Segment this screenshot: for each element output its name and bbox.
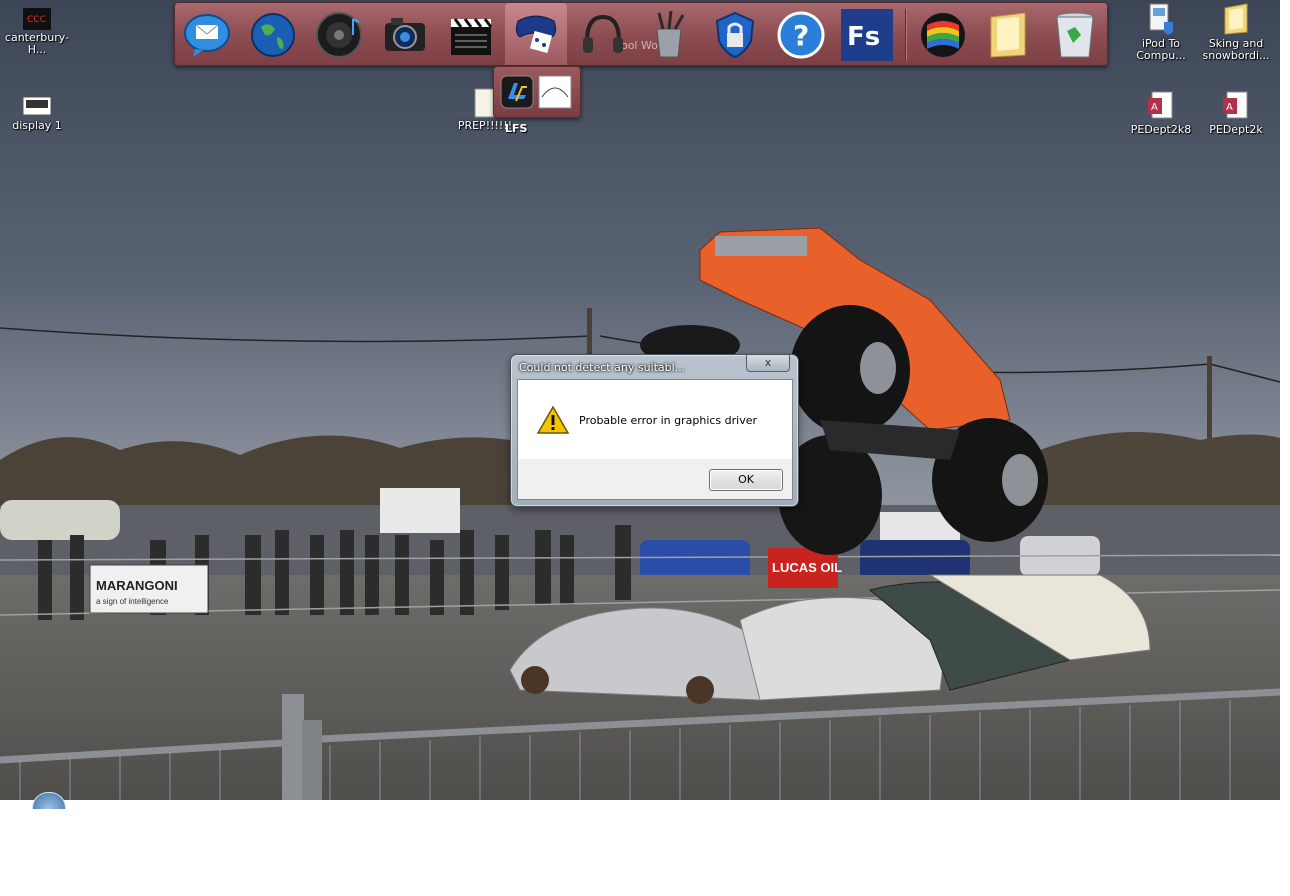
error-dialog: Could not detect any suitabl... x Probab…	[510, 354, 799, 507]
desktop-icon-label: Sking and snowbordi...	[1202, 37, 1270, 62]
help-icon: ?	[777, 11, 825, 59]
access-database-icon: A	[1223, 91, 1248, 119]
display-shortcut-icon	[22, 96, 52, 116]
clapperboard-icon	[451, 18, 493, 55]
dialog-button-bar: OK	[517, 459, 793, 500]
dock-item-games[interactable]	[505, 3, 567, 65]
desktop-icon-pedept2k[interactable]: A PEDept2k	[1196, 90, 1276, 136]
svg-text:A: A	[1226, 102, 1233, 113]
dock-item-folder[interactable]	[983, 9, 1035, 61]
access-database-icon: A	[1148, 91, 1173, 119]
warning-icon	[537, 406, 569, 434]
ipod-to-computer-icon	[1149, 3, 1173, 35]
globe-icon	[251, 13, 295, 57]
dock-separator	[905, 9, 906, 61]
dock-item-photos[interactable]	[379, 9, 431, 61]
rocket-dock: hool Wo ? Fs	[174, 2, 1108, 66]
stack-item-lfs[interactable]	[500, 75, 534, 109]
dock-item-windows[interactable]	[917, 9, 969, 61]
dock-item-browser[interactable]	[247, 9, 299, 61]
fs-app-icon: Fs	[841, 9, 893, 61]
canterbury-logo-icon: CCC	[23, 8, 51, 30]
dock-item-recycle-bin[interactable]	[1049, 9, 1101, 61]
dock-item-music[interactable]	[313, 9, 365, 61]
dialog-content: Probable error in graphics driver	[517, 379, 793, 460]
svg-text:?: ?	[793, 19, 809, 52]
svg-text:CCC: CCC	[27, 15, 46, 25]
close-button[interactable]: x	[746, 355, 790, 372]
marangoni-banner-text: MARANGONI	[96, 578, 178, 593]
desktop-icon-label: iPod To Compu...	[1136, 37, 1186, 62]
desktop-icon-canterbury[interactable]: CCC canterbury-H...	[0, 8, 77, 56]
lfs-app-icon	[500, 75, 534, 109]
desktop-icon-label: PEDept2k	[1209, 123, 1263, 136]
dialog-message: Probable error in graphics driver	[579, 414, 758, 427]
ok-button[interactable]: OK	[709, 469, 783, 491]
desktop-icon-pedept2k8[interactable]: A PEDept2k8	[1121, 90, 1201, 136]
pencil-cup-icon	[656, 10, 685, 58]
svg-text:Fs: Fs	[847, 22, 880, 52]
speaker-icon	[316, 12, 362, 58]
desktop-icon-display[interactable]: display 1	[0, 96, 77, 132]
dock-item-audio[interactable]	[577, 9, 629, 61]
dock-stack-label: LFS	[505, 122, 528, 135]
marangoni-tagline: a sign of intelligence	[96, 597, 169, 606]
desktop-icon-skiing-folder[interactable]: Sking and snowbordi...	[1196, 2, 1276, 62]
recycle-bin-icon	[1056, 12, 1094, 58]
dock-item-video[interactable]	[445, 9, 497, 61]
dock-item-school-work[interactable]	[643, 9, 695, 61]
dock-item-help[interactable]: ?	[775, 9, 827, 61]
desktop-icon-ipod-to-computer[interactable]: iPod To Compu...	[1121, 2, 1201, 62]
close-icon: x	[764, 356, 772, 369]
dock-stack-popup	[493, 66, 581, 118]
windows-flag-icon	[921, 13, 965, 57]
camera-icon	[385, 18, 425, 51]
desktop-icon-label: display 1	[12, 119, 62, 132]
security-shield-icon	[715, 11, 755, 59]
folder-icon	[1224, 3, 1248, 35]
blank-app-icon	[538, 75, 572, 109]
stack-item-blank[interactable]	[538, 75, 572, 109]
folder-icon	[990, 12, 1026, 58]
headphones-icon	[583, 14, 623, 53]
dialog-title: Could not detect any suitabl...	[519, 361, 686, 374]
dock-item-security[interactable]	[709, 9, 761, 61]
lucas-oil-banner-text: LUCAS OIL	[772, 560, 842, 575]
svg-text:A: A	[1151, 102, 1158, 113]
desktop-icon-label: canterbury-H...	[4, 31, 70, 56]
dock-item-fs[interactable]: Fs	[841, 9, 893, 61]
desktop-icon-label: PEDept2k8	[1130, 123, 1192, 136]
mail-icon	[184, 14, 230, 57]
gamepad-icon	[515, 15, 557, 54]
dock-item-mail[interactable]	[181, 9, 233, 61]
